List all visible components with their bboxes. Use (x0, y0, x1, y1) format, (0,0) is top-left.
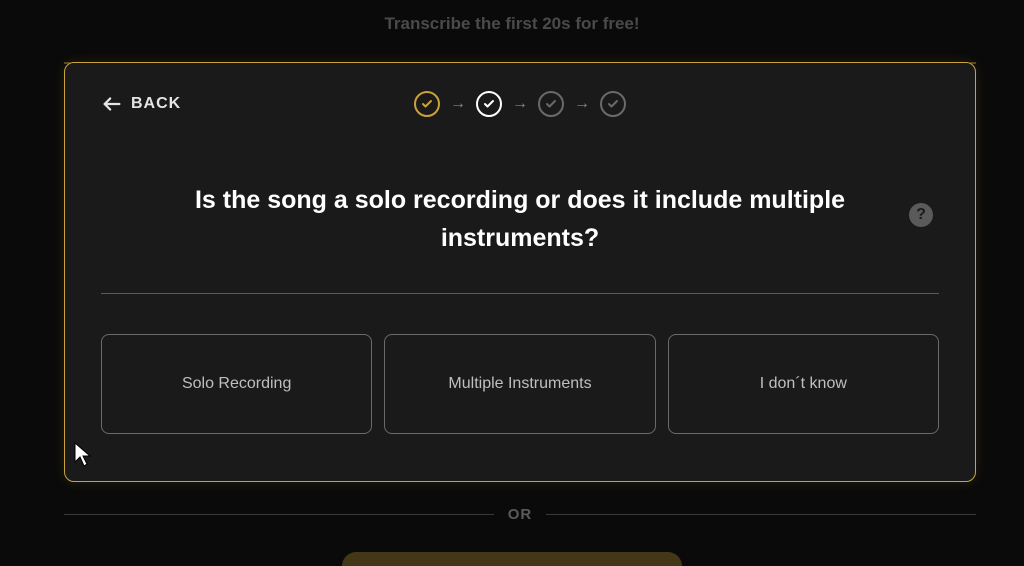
back-button[interactable]: BACK (101, 93, 181, 115)
help-icon[interactable]: ? (909, 203, 933, 227)
step-4 (600, 91, 626, 117)
arrow-right-icon: → (574, 95, 590, 113)
progress-stepper: → → → (414, 91, 626, 117)
step-3 (538, 91, 564, 117)
arrow-right-icon: → (450, 95, 466, 113)
check-icon (421, 98, 433, 110)
option-multiple-instruments[interactable]: Multiple Instruments (384, 334, 655, 434)
back-label: BACK (131, 95, 181, 113)
or-line-right (546, 514, 976, 515)
cta-pill-partial (342, 552, 682, 566)
promo-banner: Transcribe the first 20s for free! (0, 0, 1024, 34)
options-row: Solo Recording Multiple Instruments I do… (101, 334, 939, 434)
check-icon (483, 98, 495, 110)
question-modal: BACK → → → Is the song a solo recording … (64, 62, 976, 482)
step-1 (414, 91, 440, 117)
or-line-left (64, 514, 494, 515)
check-icon (545, 98, 557, 110)
divider (101, 293, 939, 294)
arrow-right-icon: → (512, 95, 528, 113)
check-icon (607, 98, 619, 110)
question-text: Is the song a solo recording or does it … (101, 182, 939, 257)
step-2 (476, 91, 502, 117)
option-solo-recording[interactable]: Solo Recording (101, 334, 372, 434)
arrow-left-icon (101, 93, 123, 115)
or-label: OR (508, 506, 533, 523)
or-separator: OR (64, 506, 976, 523)
option-dont-know[interactable]: I don´t know (668, 334, 939, 434)
